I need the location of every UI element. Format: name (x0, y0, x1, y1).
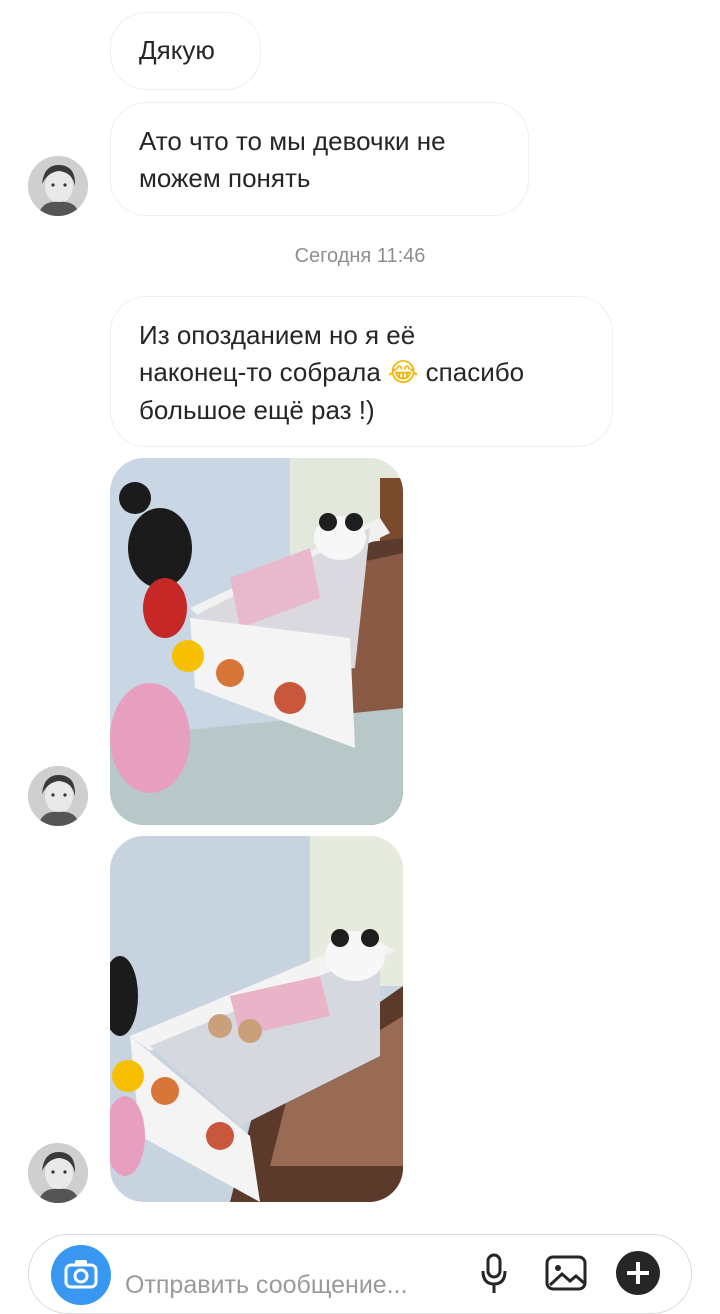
photo-message-bed-2[interactable] (110, 836, 403, 1202)
gallery-button[interactable] (544, 1251, 588, 1300)
more-button[interactable] (614, 1249, 662, 1302)
message-line: большое ещё раз !) (139, 395, 375, 425)
message-text: Дякую (139, 35, 215, 65)
message-bubble-assembled[interactable]: Из опозданием но я её наконец-то собрала… (110, 296, 613, 447)
gallery-icon (545, 1255, 587, 1291)
avatar[interactable] (28, 156, 88, 216)
camera-icon (64, 1260, 98, 1289)
avatar-photo (28, 766, 88, 826)
message-composer (28, 1234, 692, 1314)
message-line: Из опозданием но я её (139, 320, 416, 350)
avatar-photo (28, 1143, 88, 1203)
avatar[interactable] (28, 766, 88, 826)
message-bubble-thanks[interactable]: Дякую (110, 12, 261, 90)
laughing-emoji: 😂 (388, 358, 419, 388)
plus-circle-icon (616, 1251, 660, 1295)
bed-photo (110, 836, 403, 1202)
microphone-icon (481, 1253, 507, 1293)
message-bubble-question[interactable]: Ато что то мы девочки не можем понять (110, 102, 529, 216)
message-input[interactable] (125, 1265, 455, 1305)
microphone-button[interactable] (479, 1251, 509, 1300)
timestamp-divider: Сегодня 11:46 (294, 245, 426, 267)
avatar[interactable] (28, 1143, 88, 1203)
message-line-with-emoji: наконец-то собрала 😂 спасибо (139, 354, 584, 392)
message-segment: наконец-то собрала (139, 357, 381, 387)
camera-button[interactable] (51, 1245, 111, 1305)
message-line: можем понять (139, 163, 311, 193)
message-line: Ато что то мы девочки не (139, 126, 446, 156)
photo-message-bed-1[interactable] (110, 458, 403, 825)
bed-photo (110, 458, 403, 825)
message-segment: спасибо (425, 357, 525, 387)
avatar-photo (28, 156, 88, 216)
